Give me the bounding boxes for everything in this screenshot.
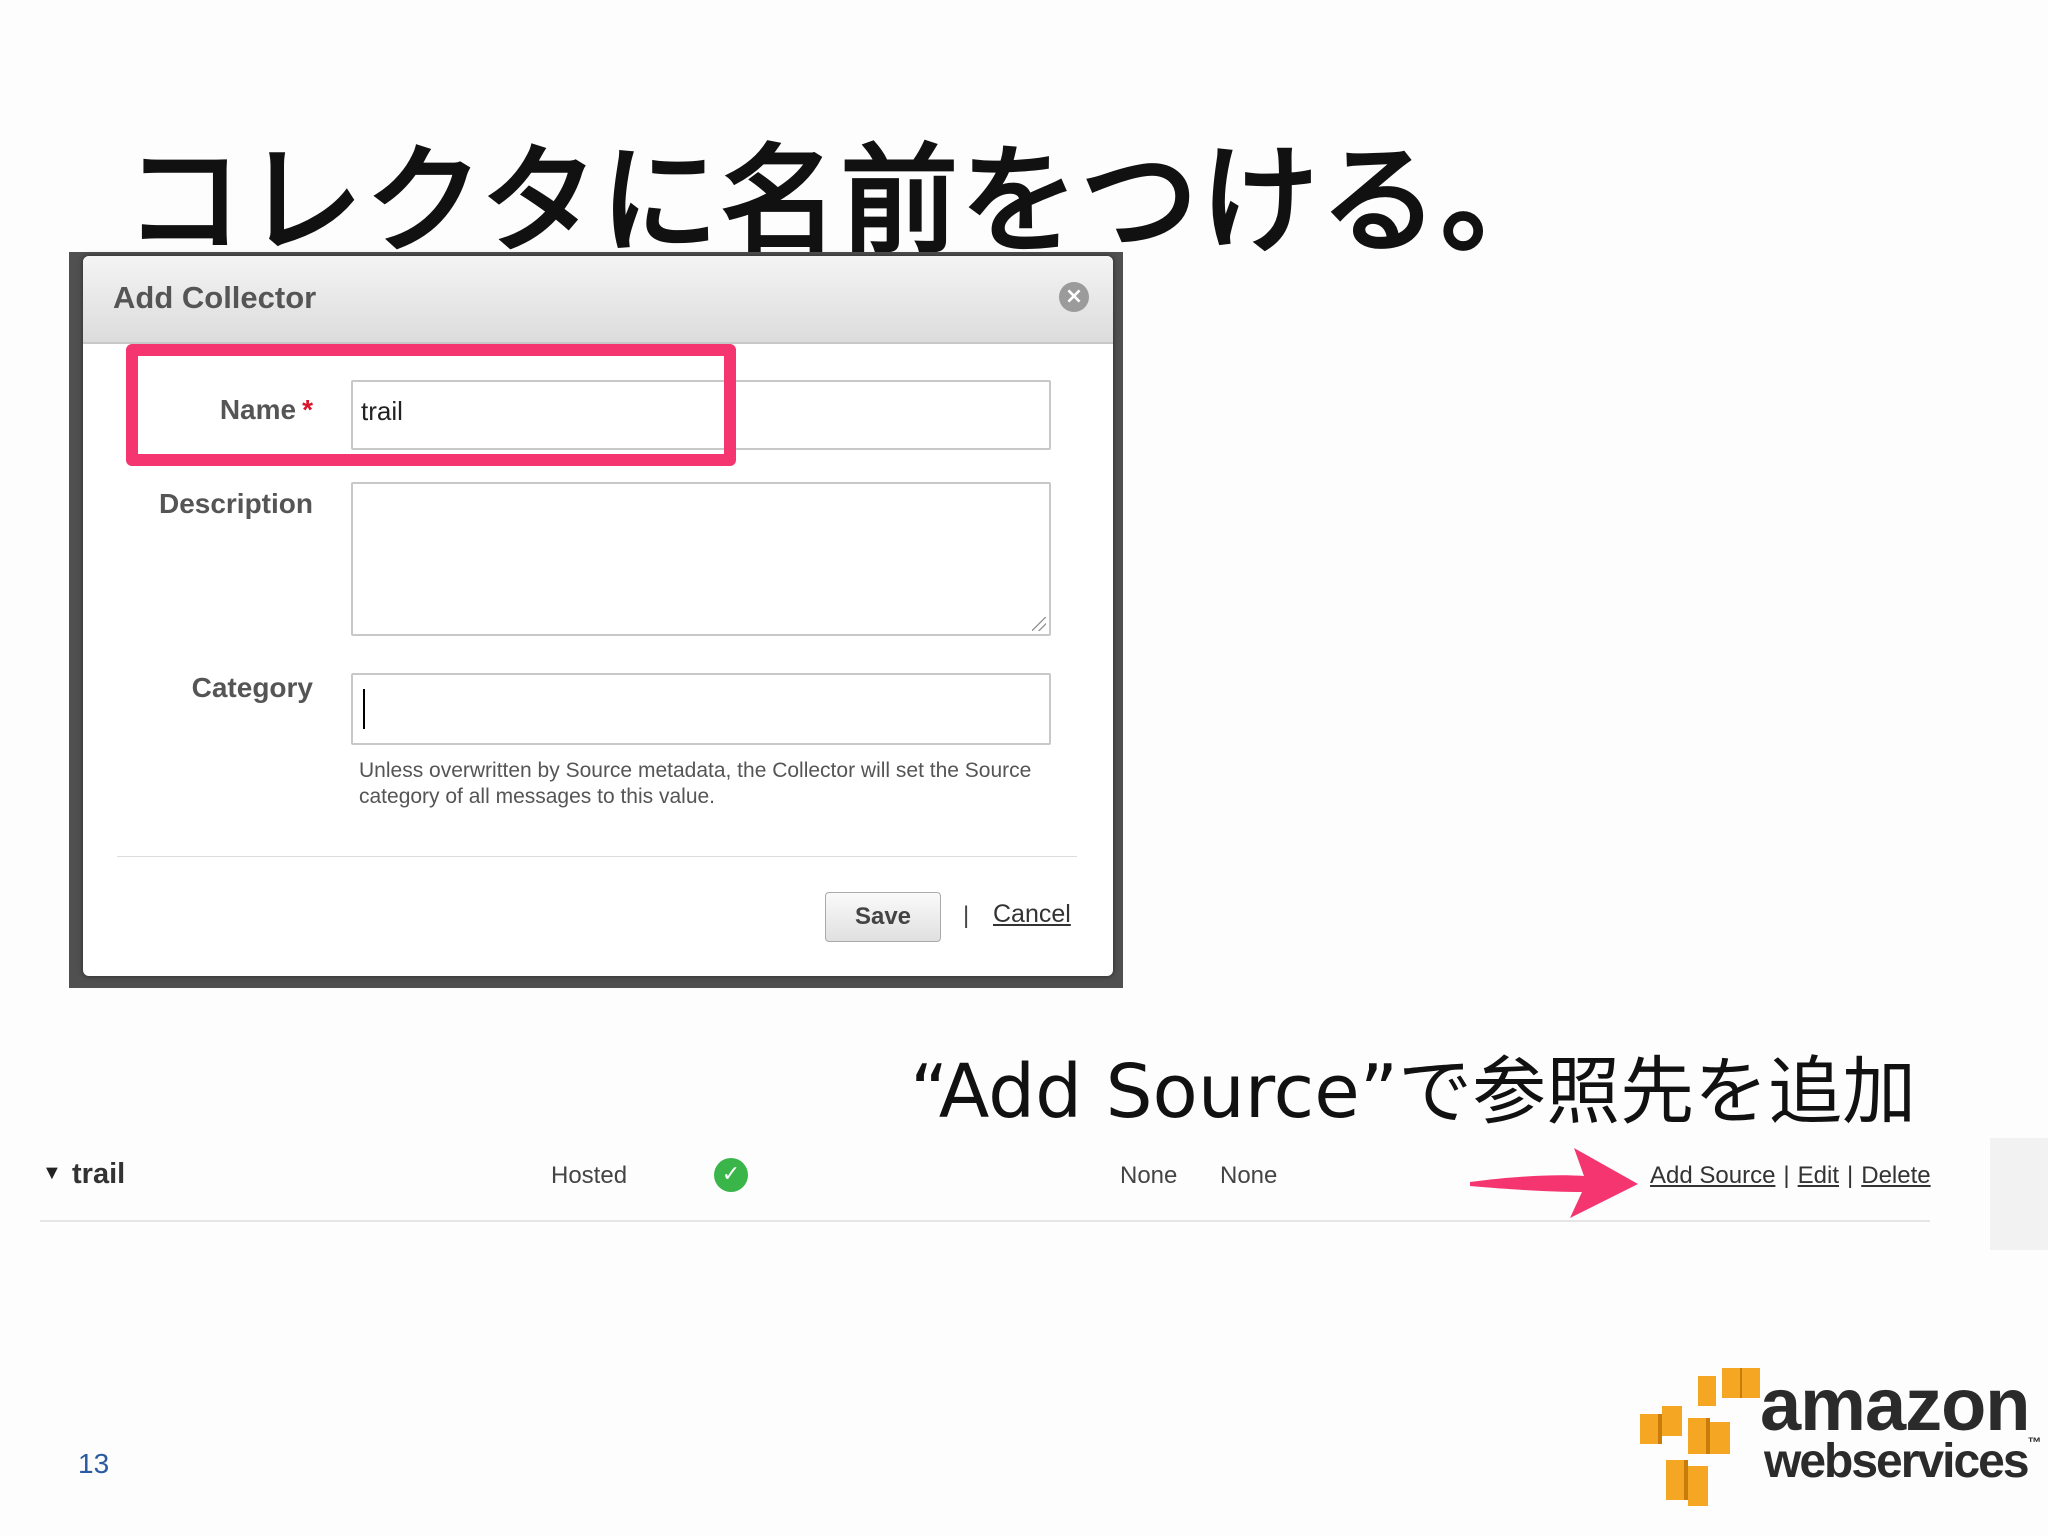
page-number: 13	[78, 1448, 110, 1479]
slide-caption: “Add Source”で参照先を追加	[910, 1049, 1917, 1135]
collector-col1: None	[1120, 1162, 1178, 1189]
aws-logo-ws-text: webservices	[1764, 1435, 2030, 1488]
triangle-down-icon[interactable]: ▼	[42, 1162, 62, 1185]
save-button[interactable]: Save	[825, 892, 941, 942]
collector-name: trail	[72, 1158, 126, 1190]
edge-panel	[1990, 1138, 2048, 1250]
delete-link[interactable]: Delete	[1861, 1162, 1930, 1189]
add-source-link[interactable]: Add Source	[1650, 1162, 1775, 1189]
category-label: Category	[191, 672, 313, 703]
resize-grip-icon[interactable]	[1032, 617, 1046, 631]
action-separator: |	[1783, 1162, 1790, 1189]
aws-logo-tm: ™	[2027, 1434, 2042, 1450]
description-label: Description	[158, 488, 313, 519]
aws-logo-webservices: webservices™	[1764, 1434, 2042, 1489]
collector-col2: None	[1220, 1162, 1278, 1189]
dialog-title: Add Collector	[113, 280, 317, 315]
dialog-divider	[117, 856, 1077, 857]
pointer-arrow-icon	[1470, 1148, 1638, 1218]
collector-row: ▼ trail Hosted ✓ None None Add Source | Ed…	[40, 1140, 1931, 1222]
category-help-text: Unless overwritten by Source metadata, t…	[359, 759, 1032, 808]
edit-link[interactable]: Edit	[1798, 1162, 1839, 1189]
row-actions: Add Source | Edit | Delete	[1650, 1162, 1931, 1190]
cancel-link[interactable]: Cancel	[993, 900, 1071, 929]
action-separator: |	[1847, 1162, 1854, 1189]
collector-type: Hosted	[551, 1162, 628, 1189]
category-field[interactable]	[351, 673, 1051, 745]
aws-logo: amazon webservices™	[1636, 1362, 2042, 1512]
aws-boxes-icon	[1640, 1368, 1760, 1506]
description-field[interactable]	[351, 482, 1051, 636]
dialog-header: Add Collector ×	[83, 256, 1113, 344]
close-icon[interactable]: ×	[1059, 282, 1089, 312]
button-separator: |	[963, 902, 970, 929]
text-caret	[363, 689, 365, 729]
slide-title: コレクタに名前をつける。	[125, 132, 1561, 270]
check-circle-icon: ✓	[714, 1158, 748, 1192]
name-highlight-box	[126, 344, 736, 466]
